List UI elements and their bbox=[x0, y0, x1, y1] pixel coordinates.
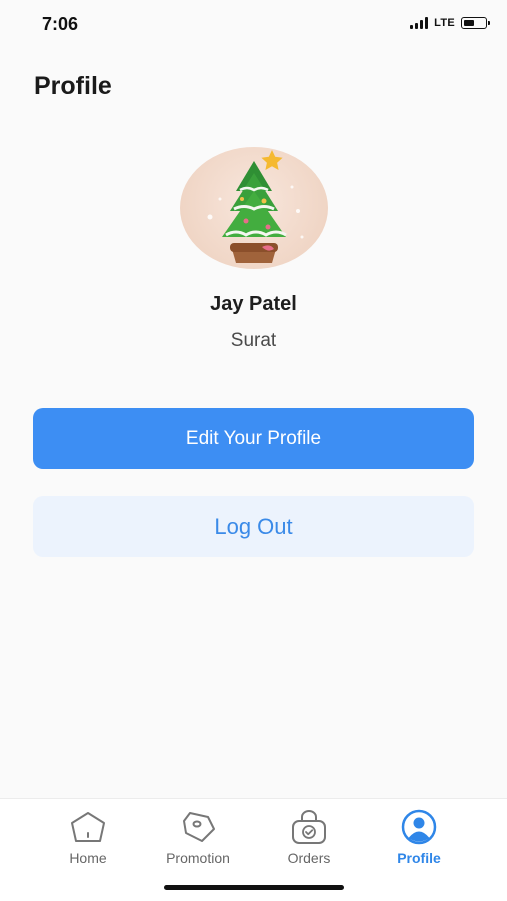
logout-button[interactable]: Log Out bbox=[33, 496, 474, 557]
christmas-tree-icon bbox=[207, 150, 304, 263]
tab-orders-label: Orders bbox=[287, 850, 331, 866]
tab-profile[interactable]: Profile bbox=[364, 809, 474, 873]
home-indicator bbox=[164, 885, 344, 890]
user-circle-icon bbox=[401, 809, 437, 845]
tab-promotion[interactable]: Promotion bbox=[143, 809, 253, 873]
tab-profile-label: Profile bbox=[397, 850, 441, 866]
home-icon bbox=[71, 812, 105, 842]
signal-icon bbox=[410, 17, 429, 29]
tab-promotion-label: Promotion bbox=[166, 850, 230, 866]
status-indicators: LTE bbox=[410, 17, 490, 29]
network-label: LTE bbox=[434, 17, 455, 29]
tab-orders[interactable]: Orders bbox=[254, 809, 364, 873]
edit-profile-button[interactable]: Edit Your Profile bbox=[33, 408, 474, 469]
tab-home[interactable]: Home bbox=[33, 809, 143, 873]
profile-city: Surat bbox=[230, 330, 277, 351]
status-time: 7:06 bbox=[42, 14, 79, 34]
status-bar: 7:06 LTE bbox=[0, 0, 507, 50]
avatar[interactable] bbox=[180, 147, 328, 269]
battery-icon bbox=[461, 17, 490, 29]
battery-level bbox=[463, 19, 474, 26]
profile-name: Jay Patel bbox=[210, 293, 297, 315]
tab-home-label: Home bbox=[69, 850, 107, 866]
shopping-bag-icon bbox=[292, 810, 326, 844]
page-title: Profile bbox=[34, 72, 112, 100]
tag-icon bbox=[183, 812, 215, 842]
